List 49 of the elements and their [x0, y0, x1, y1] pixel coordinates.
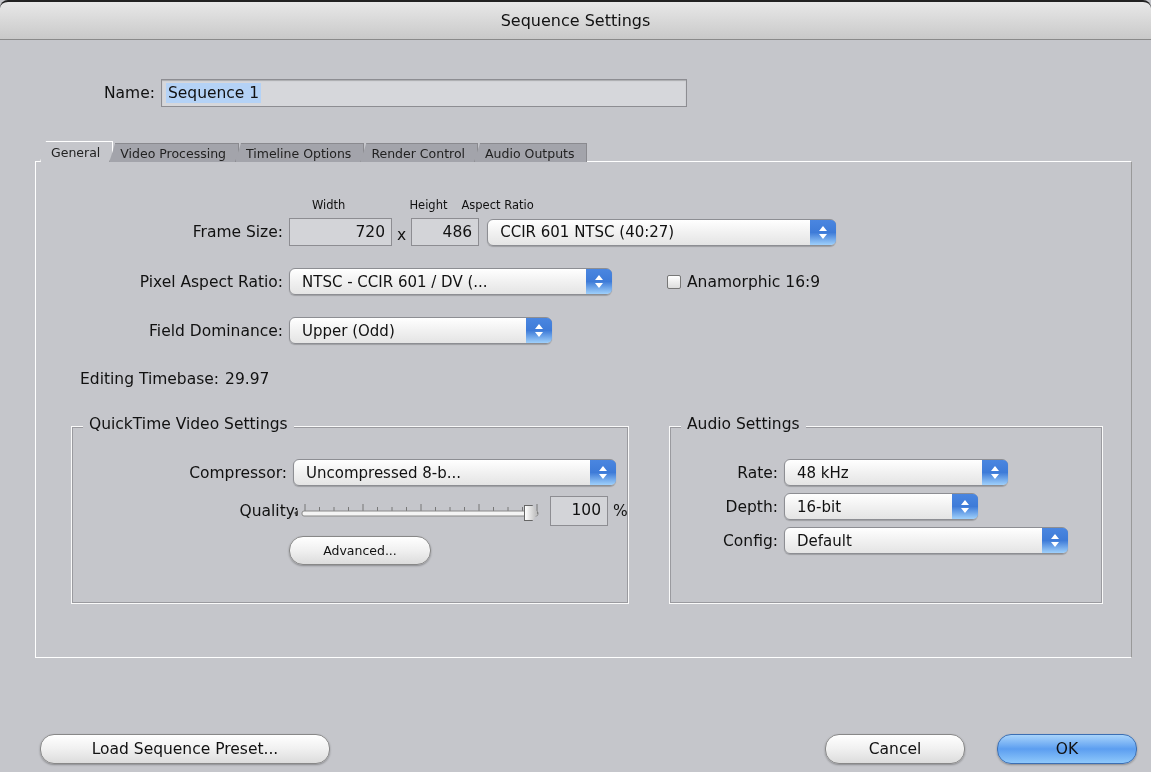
field-label: Editing Timebase:: [80, 370, 219, 388]
name-field[interactable]: Sequence 1: [160, 79, 687, 107]
window-title: Sequence Settings: [500, 11, 651, 30]
dialog-button[interactable]: OK: [997, 734, 1137, 764]
field-label: Pixel Aspect Ratio:: [138, 272, 283, 291]
width-field[interactable]: 720: [289, 218, 392, 246]
dialog-button[interactable]: Cancel: [825, 734, 965, 764]
checkbox-label: Anamorphic 16:9: [687, 272, 821, 291]
advanced-button[interactable]: Advanced...: [289, 536, 431, 565]
field-label: Field Dominance:: [148, 321, 283, 340]
tab[interactable]: Audio Outputs: [474, 143, 588, 162]
stepper-icon: [1042, 528, 1068, 553]
field-label: Config:: [722, 531, 778, 550]
checkbox[interactable]: [667, 274, 681, 289]
field-label: Name:: [104, 84, 155, 102]
dialog-button[interactable]: Load Sequence Preset...: [40, 734, 330, 764]
field-label: Depth:: [724, 497, 778, 516]
timebase-value: 29.97: [225, 370, 270, 388]
quality-field[interactable]: 100: [550, 496, 608, 526]
stepper-icon: [952, 494, 978, 519]
field-label: Compressor:: [188, 463, 287, 482]
pixel-aspect-popup[interactable]: NTSC - CCIR 601 / DV (...: [289, 268, 612, 295]
field-label: Frame Size:: [191, 223, 283, 241]
field-label: Quality:: [238, 502, 299, 520]
group-title: QuickTime Video Settings: [83, 415, 294, 433]
height-field[interactable]: 486: [411, 218, 480, 246]
rate-popup[interactable]: 48 kHz: [784, 459, 1008, 486]
percent-unit: %: [613, 502, 628, 520]
stepper-icon: [526, 318, 552, 343]
stepper-icon: [590, 460, 616, 485]
config-popup[interactable]: Default: [784, 527, 1068, 554]
column-header: Height: [409, 198, 448, 212]
field-label: Rate:: [736, 463, 778, 482]
column-header: Aspect Ratio: [461, 198, 534, 212]
stepper-icon: [810, 219, 837, 245]
slider-thumb[interactable]: [524, 505, 538, 521]
depth-popup[interactable]: 16-bit: [784, 493, 978, 520]
stepper-icon: [982, 460, 1008, 485]
field-dominance-popup[interactable]: Upper (Odd): [289, 317, 552, 344]
times-sign: x: [397, 226, 407, 244]
tab[interactable]: Timeline Options: [235, 143, 365, 162]
stepper-icon: [586, 269, 612, 294]
tab[interactable]: Render Control: [360, 143, 479, 162]
tab[interactable]: Video Processing: [109, 143, 239, 162]
column-header: Width: [312, 198, 346, 212]
tab[interactable]: General: [40, 141, 114, 162]
aspect-ratio-popup[interactable]: CCIR 601 NTSC (40:27): [487, 218, 837, 246]
group-title: Audio Settings: [681, 415, 806, 433]
compressor-popup[interactable]: Uncompressed 8-b...: [293, 459, 616, 486]
